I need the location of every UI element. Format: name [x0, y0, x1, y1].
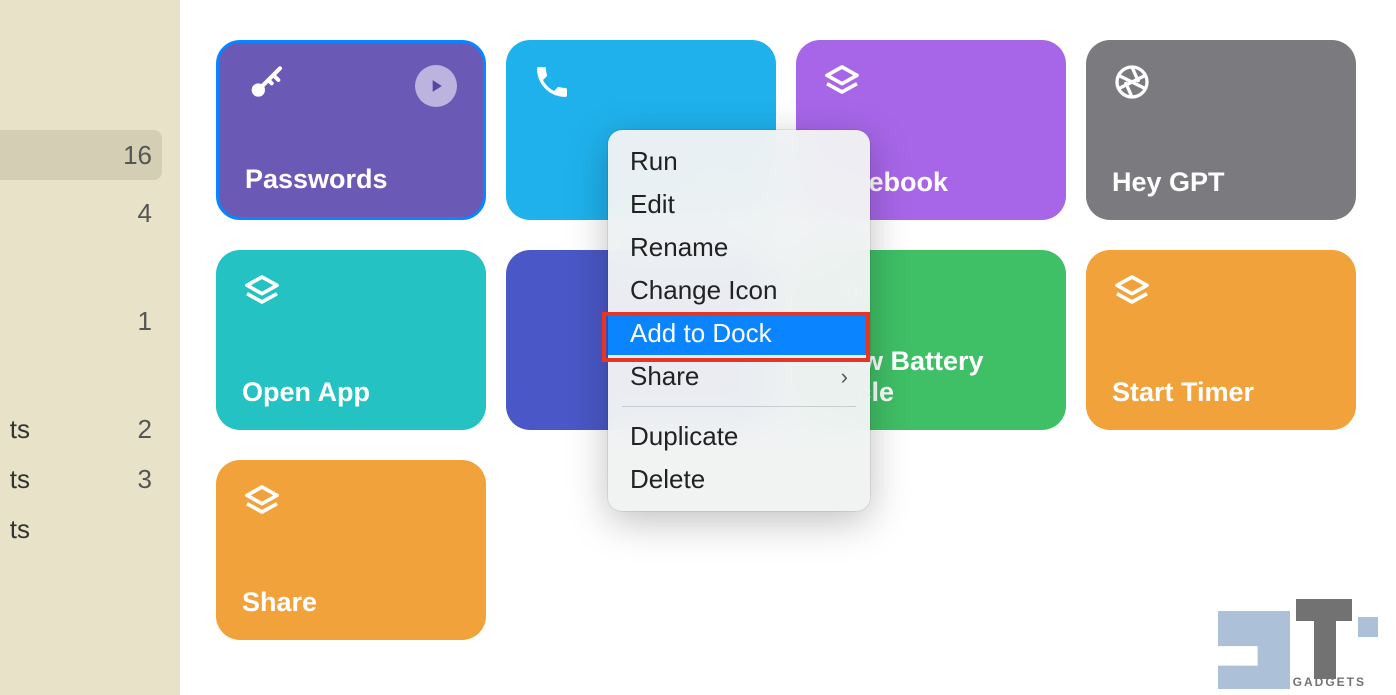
- aperture-icon: [1112, 62, 1152, 107]
- sidebar-item[interactable]: ts 2: [0, 404, 180, 454]
- menu-item-duplicate[interactable]: Duplicate: [608, 415, 870, 458]
- watermark-logo: [1218, 611, 1290, 689]
- sidebar-item-label: ts: [0, 464, 30, 495]
- shortcut-title: Hey GPT: [1112, 167, 1330, 198]
- layers-icon: [242, 272, 282, 317]
- sidebar-item[interactable]: ts 3: [0, 454, 180, 504]
- watermark: GADGETS: [1218, 599, 1378, 689]
- sidebar-count: 2: [138, 414, 152, 445]
- shortcut-title: Passwords: [245, 164, 457, 195]
- shortcut-tile-passwords[interactable]: Passwords: [216, 40, 486, 220]
- sidebar-count: 1: [138, 306, 152, 337]
- menu-item-change-icon[interactable]: Change Icon: [608, 269, 870, 312]
- layers-icon: [822, 62, 862, 107]
- sidebar-item-label: ts: [0, 514, 30, 545]
- shortcut-tile-heygpt[interactable]: Hey GPT: [1086, 40, 1356, 220]
- shortcut-tile-openapp[interactable]: Open App: [216, 250, 486, 430]
- context-menu: Run Edit Rename Change Icon Add to Dock …: [608, 130, 870, 511]
- sidebar: 16 4 1 ts 2 ts 3 ts: [0, 0, 180, 695]
- menu-item-edit[interactable]: Edit: [608, 183, 870, 226]
- sidebar-item[interactable]: ts: [0, 504, 180, 554]
- sidebar-item[interactable]: 16: [0, 130, 162, 180]
- shortcut-title: Open App: [242, 377, 460, 408]
- shortcut-tile-timer[interactable]: Start Timer: [1086, 250, 1356, 430]
- sidebar-item[interactable]: 1: [0, 296, 180, 346]
- menu-item-run[interactable]: Run: [608, 140, 870, 183]
- menu-item-delete[interactable]: Delete: [608, 458, 870, 501]
- menu-item-share[interactable]: Share ›: [608, 355, 870, 398]
- phone-icon: [532, 62, 572, 107]
- menu-separator: [622, 406, 856, 407]
- sidebar-item-label: ts: [0, 414, 30, 445]
- menu-item-add-to-dock[interactable]: Add to Dock: [608, 312, 870, 355]
- shortcuts-grid-area: Passwords caller Facebook: [180, 0, 1396, 695]
- menu-item-rename[interactable]: Rename: [608, 226, 870, 269]
- watermark-label: GADGETS: [1293, 675, 1366, 689]
- key-icon: [245, 65, 285, 110]
- shortcut-title: Share: [242, 587, 460, 618]
- layers-icon: [1112, 272, 1152, 317]
- layers-icon: [242, 482, 282, 527]
- play-icon[interactable]: [415, 65, 457, 107]
- sidebar-count: 16: [123, 140, 152, 171]
- sidebar-count: 3: [138, 464, 152, 495]
- sidebar-count: 4: [138, 198, 152, 229]
- shortcut-title: Start Timer: [1112, 377, 1330, 408]
- watermark-logo: [1358, 617, 1378, 637]
- sidebar-item[interactable]: 4: [0, 188, 180, 238]
- shortcut-tile-share[interactable]: Share: [216, 460, 486, 640]
- chevron-right-icon: ›: [841, 364, 848, 390]
